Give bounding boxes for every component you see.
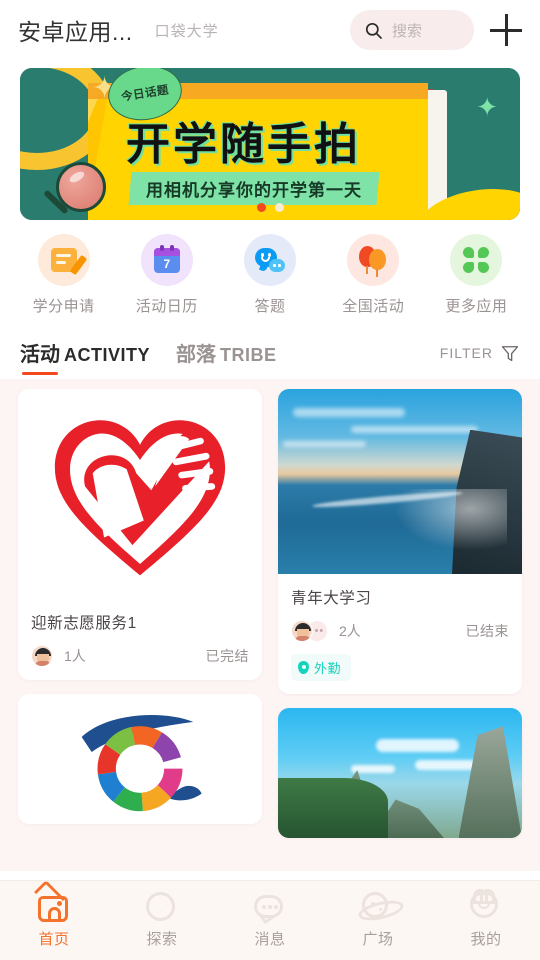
activity-card[interactable] [18, 694, 262, 824]
banner-subtitle-chip: 用相机分享你的开学第一天 [128, 172, 380, 205]
card-title: 迎新志愿服务1 [31, 615, 137, 632]
banner-dot-active[interactable] [256, 203, 266, 212]
participant-count: 2人 [339, 623, 361, 639]
volunteer-heart-hand-logo [18, 389, 262, 599]
location-pin-icon [298, 661, 309, 674]
tab-activity[interactable]: 活动 ACTIVITY [20, 338, 151, 375]
nav-item-profile[interactable]: 我的 [432, 889, 540, 949]
banner-pagination[interactable] [20, 203, 520, 212]
card-media [278, 708, 522, 838]
search-placeholder: 搜索 [392, 22, 423, 40]
tab-tribe[interactable]: 部落 TRIBE [176, 338, 277, 367]
clover-icon [450, 234, 503, 286]
participant-count: 1人 [64, 648, 86, 664]
avatar-group[interactable]: ••• [291, 620, 328, 642]
banner-slide[interactable]: ✦ ✦ 今日话题 开学随手拍 用相机分享你的开学第一天 [20, 68, 520, 220]
home-icon [38, 892, 70, 922]
sparkle-icon: ✦ [476, 92, 498, 122]
quick-action-quiz[interactable]: 答题 [218, 234, 321, 316]
avatar [31, 645, 53, 667]
tab-label-en: TRIBE [220, 345, 277, 365]
face-icon [470, 889, 502, 922]
tab-label-cn: 部落 [176, 344, 217, 366]
banner-subtitle: 用相机分享你的开学第一天 [146, 181, 362, 200]
activity-card[interactable]: 青年大学习 ••• 2人 已结束 外勤 [278, 389, 522, 694]
page-title: 安卓应用... [18, 19, 133, 45]
card-grid: 迎新志愿服务1 1人 已完结 青年大学习 ••• 2人 已结束 外勤 [18, 389, 522, 838]
nav-item-plaza[interactable]: 广场 [324, 892, 432, 949]
mountain-landscape-photo [278, 708, 522, 838]
banner-carousel[interactable]: ✦ ✦ 今日话题 开学随手拍 用相机分享你的开学第一天 [0, 60, 540, 220]
banner-badge-label: 今日话题 [120, 84, 170, 104]
nav-item-explore[interactable]: 探索 [108, 892, 216, 949]
funnel-icon [501, 345, 519, 361]
colorful-ring-logo [18, 694, 262, 824]
feed-column-left: 迎新志愿服务1 1人 已完结 [18, 389, 262, 824]
card-meta: ••• 2人 已结束 [291, 620, 509, 642]
feed-column-right: 青年大学习 ••• 2人 已结束 外勤 [278, 389, 522, 838]
ocean-coast-photo [278, 389, 522, 574]
quick-action-label: 全国活动 [342, 298, 405, 315]
tab-label-en: ACTIVITY [64, 345, 151, 365]
avatar [291, 620, 313, 642]
nav-label: 消息 [254, 931, 286, 948]
chat-faces-icon [244, 234, 296, 286]
app-root: 安卓应用... 口袋大学 搜索 ✦ ✦ 今日话题 开学随手拍 用相机分享你的开学… [0, 0, 540, 960]
activity-card[interactable] [278, 708, 522, 838]
banner-dot[interactable] [274, 203, 284, 212]
status-badge: 已完结 [205, 648, 249, 664]
bottom-navigation: 首页 探索 消息 广场 我的 [0, 880, 540, 960]
nav-item-messages[interactable]: 消息 [216, 892, 324, 949]
magnifier-highlight [68, 169, 86, 185]
top-header: 安卓应用... 口袋大学 搜索 [0, 0, 540, 60]
card-title: 青年大学习 [291, 590, 372, 607]
status-badge: 已结束 [465, 623, 509, 639]
quick-action-label: 答题 [254, 298, 286, 315]
card-tags: 外勤 [291, 654, 509, 681]
tab-label-cn: 活动 [20, 344, 60, 366]
quick-action-more-apps[interactable]: 更多应用 [425, 234, 528, 316]
banner-title: 开学随手拍 [126, 120, 361, 169]
card-body: 迎新志愿服务1 1人 已完结 [18, 599, 262, 680]
quick-action-national-events[interactable]: 全国活动 [322, 234, 425, 316]
quick-action-credit-application[interactable]: 学分申请 [12, 234, 115, 316]
quick-action-activity-calendar[interactable]: 7 活动日历 [115, 234, 218, 316]
search-icon [365, 22, 382, 39]
activity-feed[interactable]: 迎新志愿服务1 1人 已完结 青年大学习 ••• 2人 已结束 外勤 [0, 379, 540, 871]
compass-icon [146, 892, 178, 922]
balloons-icon [347, 234, 400, 286]
chat-icon [254, 892, 286, 922]
calendar-day: 7 [163, 256, 171, 271]
note-pen-icon [37, 234, 90, 286]
location-tag[interactable]: 外勤 [291, 654, 352, 681]
organization-name: 口袋大学 [154, 22, 219, 40]
activity-card[interactable]: 迎新志愿服务1 1人 已完结 [18, 389, 262, 680]
card-media [18, 389, 262, 599]
nav-label: 探索 [146, 931, 178, 948]
nav-label: 广场 [362, 931, 394, 948]
nav-label: 首页 [38, 931, 70, 948]
search-input[interactable]: 搜索 [350, 10, 474, 50]
filter-label: FILTER [439, 344, 493, 361]
quick-action-label: 更多应用 [445, 298, 508, 315]
card-meta: 1人 已完结 [31, 645, 249, 667]
calendar-icon: 7 [140, 234, 193, 286]
card-media [278, 389, 522, 574]
plus-icon[interactable] [490, 14, 522, 46]
quick-actions-row: 学分申请 7 活动日历 答题 全国活动 更多应用 [0, 220, 540, 322]
nav-item-home[interactable]: 首页 [0, 892, 108, 949]
location-tag-label: 外勤 [314, 661, 342, 676]
planet-icon [362, 892, 394, 922]
avatar-group[interactable] [31, 645, 53, 667]
content-tabs: 活动 ACTIVITY 部落 TRIBE FILTER [0, 322, 540, 379]
filter-button[interactable]: FILTER [440, 343, 520, 363]
nav-label: 我的 [470, 931, 502, 948]
card-media [18, 694, 262, 824]
card-body: 青年大学习 ••• 2人 已结束 外勤 [278, 574, 522, 694]
quick-action-label: 学分申请 [32, 298, 95, 315]
quick-action-label: 活动日历 [135, 298, 198, 315]
